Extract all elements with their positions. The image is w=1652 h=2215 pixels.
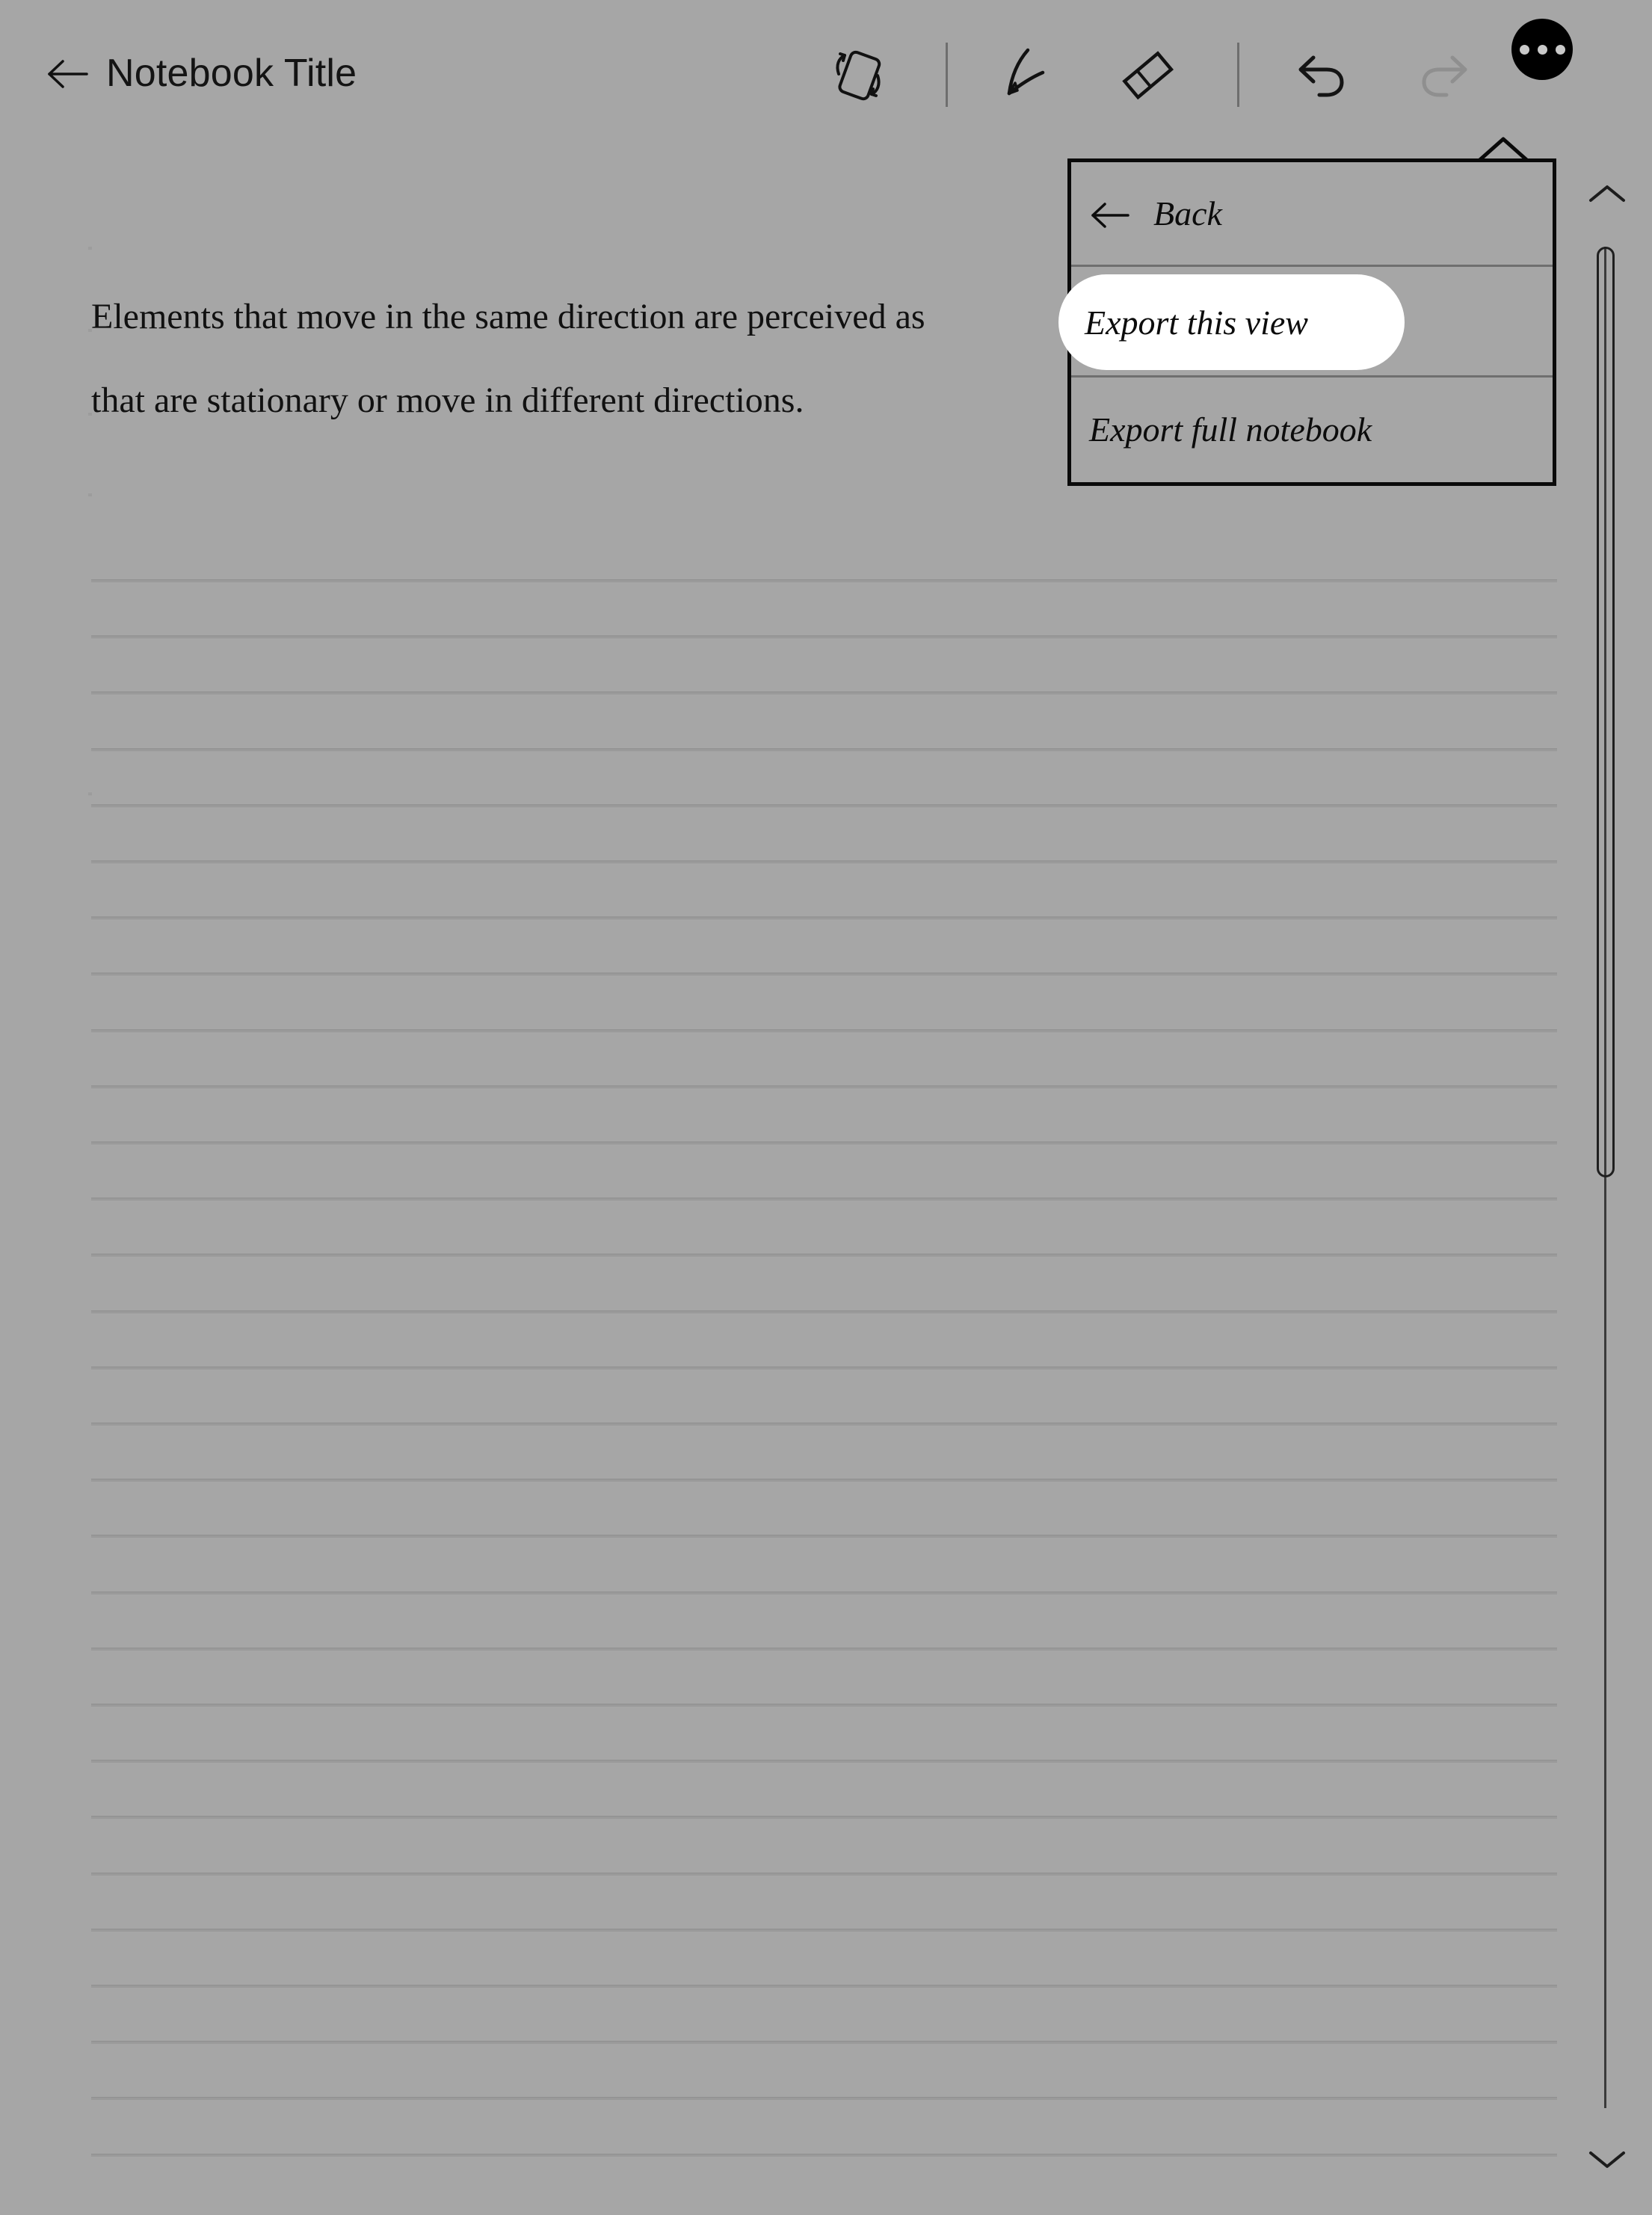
ruled-line [91, 804, 1557, 807]
menu-item-export-full-notebook[interactable]: Export full notebook [1071, 378, 1553, 481]
undo-icon [1282, 34, 1364, 116]
ruled-line [91, 1816, 1557, 1819]
ruled-line [91, 1985, 1557, 1988]
back-to-library-button[interactable]: Notebook Title [46, 54, 357, 94]
ruled-line [91, 917, 1557, 919]
ellipsis-icon [1555, 44, 1565, 55]
rotate-page-button[interactable] [816, 34, 899, 116]
toolbar: Notebook Title [0, 0, 1652, 150]
ruled-line [91, 1704, 1557, 1707]
scroll-up-button[interactable] [1586, 181, 1628, 206]
scrollbar-thumb[interactable] [1597, 247, 1615, 1177]
ruled-line [91, 1648, 1557, 1651]
ruled-line [91, 1592, 1557, 1595]
ruled-line [91, 1085, 1557, 1088]
menu-item-highlight: Export this view [1058, 274, 1405, 370]
ruled-line [91, 1367, 1557, 1370]
export-menu: Back Export this view Export full notebo… [1058, 158, 1556, 486]
scroll-down-button[interactable] [1586, 2147, 1628, 2172]
undo-button[interactable] [1282, 34, 1364, 116]
eraser-tool-button[interactable] [1106, 34, 1189, 116]
ruled-line [91, 2041, 1557, 2044]
ruled-line [91, 860, 1557, 863]
more-options-button[interactable] [1511, 19, 1573, 80]
margin-tick [88, 493, 92, 496]
ruled-line [91, 1535, 1557, 1538]
ruled-line [91, 1873, 1557, 1876]
pen-tool-button[interactable] [990, 34, 1073, 116]
menu-item-export-this-view[interactable]: Export this view [1058, 267, 1553, 378]
ruled-line [91, 635, 1557, 638]
ellipsis-icon [1537, 44, 1547, 55]
eraser-icon [1106, 34, 1189, 116]
ruled-line [91, 1198, 1557, 1201]
ruled-line [91, 1029, 1557, 1032]
toolbar-divider [1237, 43, 1239, 107]
redo-button[interactable] [1402, 34, 1484, 116]
ruled-line [91, 1142, 1557, 1145]
menu-item-label: Export this view [1085, 303, 1308, 342]
ruled-line [91, 1310, 1557, 1313]
rotate-page-icon [816, 34, 899, 116]
ruled-line [91, 2154, 1557, 2157]
margin-tick [88, 247, 92, 250]
ruled-line [91, 579, 1557, 582]
ruled-line [91, 1760, 1557, 1763]
redo-icon [1402, 34, 1484, 116]
ellipsis-icon [1519, 44, 1529, 55]
notebook-title: Notebook Title [106, 52, 357, 95]
menu-item-label: Export full notebook [1089, 410, 1372, 449]
menu-back-label: Back [1153, 194, 1222, 232]
ruled-line [91, 973, 1557, 976]
ruled-line [91, 1479, 1557, 1482]
ruled-line [91, 2097, 1557, 2100]
ruled-line [91, 1254, 1557, 1257]
margin-tick [88, 792, 92, 795]
menu-back-button[interactable]: Back [1071, 162, 1553, 267]
toolbar-divider [946, 43, 948, 107]
arrow-left-icon [46, 58, 90, 90]
pen-icon [990, 34, 1073, 116]
ruled-line [91, 691, 1557, 694]
arrow-left-icon [1089, 199, 1131, 229]
ruled-line [91, 1929, 1557, 1932]
ruled-line [91, 1423, 1557, 1426]
ruled-line [91, 748, 1557, 751]
